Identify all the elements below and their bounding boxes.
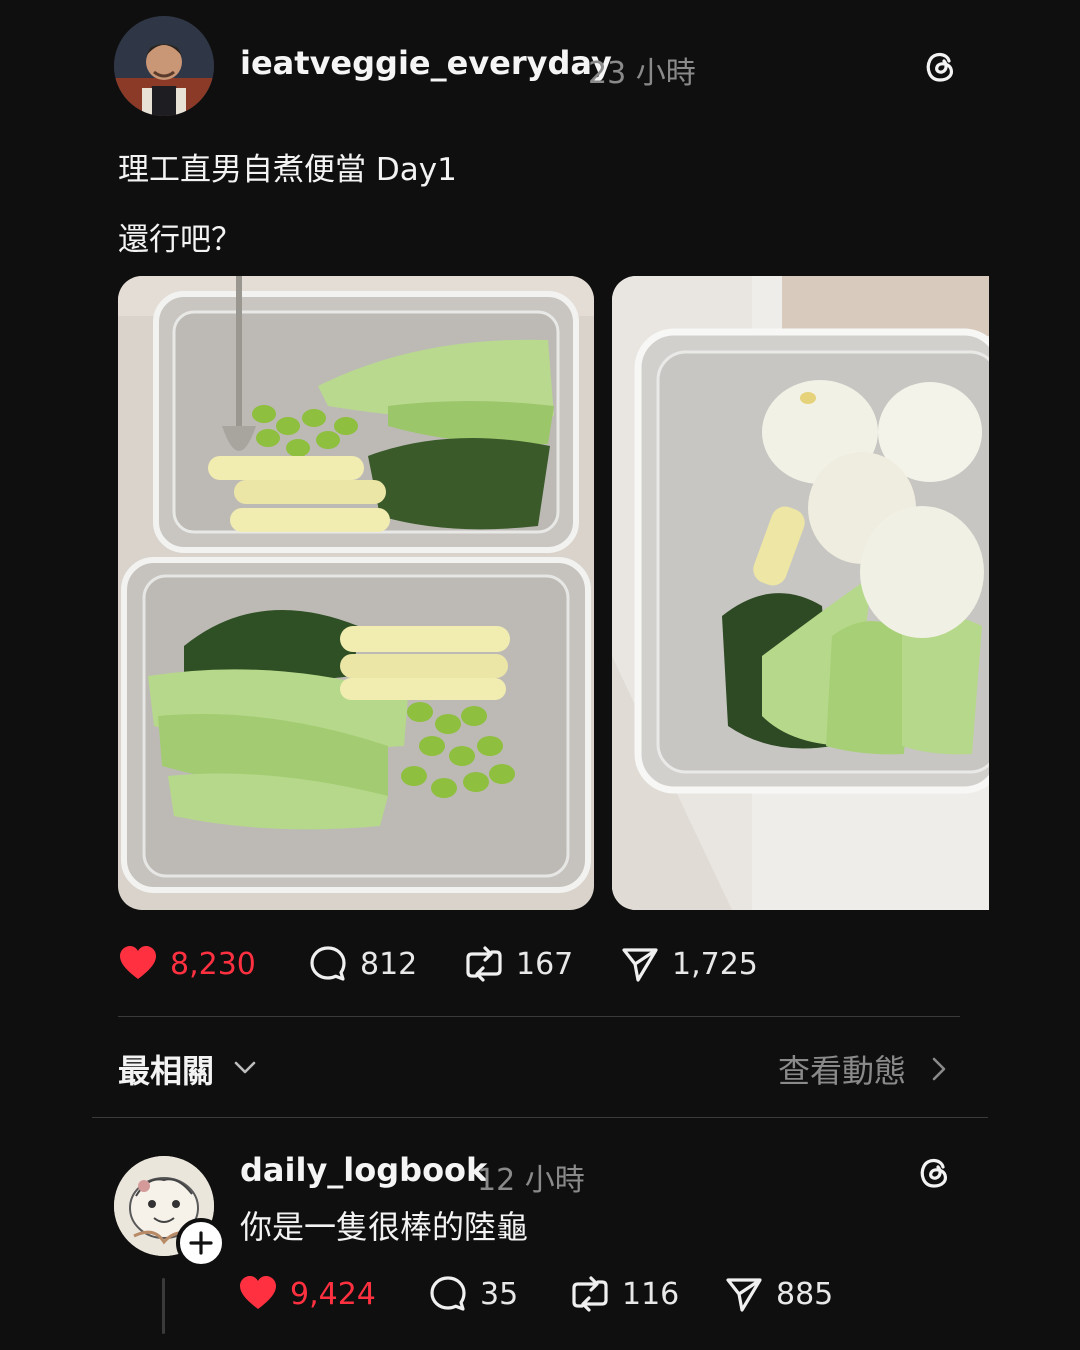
repost-icon: [572, 1276, 608, 1312]
post-repost-count: 167: [516, 946, 574, 982]
comment-share-button[interactable]: 885: [724, 1272, 833, 1316]
comment-like-count: 9,424: [290, 1276, 376, 1312]
post-repost-button[interactable]: 167: [464, 942, 573, 986]
comment-reply-button[interactable]: 35: [428, 1272, 518, 1316]
post-timestamp: 23 小時: [588, 56, 696, 91]
post-share-count: 1,725: [672, 946, 758, 982]
comment-share-count: 885: [776, 1276, 834, 1312]
comment-timestamp: 12 小時: [477, 1163, 585, 1198]
post-caption-line2: 還行吧？: [118, 222, 242, 258]
comment-repost-count: 116: [622, 1276, 680, 1312]
post-photo-1[interactable]: [118, 276, 594, 910]
repost-icon: [466, 946, 502, 982]
post-reply-button[interactable]: 812: [308, 942, 417, 986]
plus-icon: [189, 1231, 213, 1255]
post-share-button[interactable]: 1,725: [620, 942, 758, 986]
comment-bubble-icon: [310, 946, 346, 981]
send-icon: [726, 1278, 762, 1312]
heart-filled-icon: [240, 1276, 276, 1309]
sort-dropdown[interactable]: 最相關: [118, 1046, 214, 1092]
comment-text: 你是一隻很棒的陸龜: [240, 1208, 529, 1246]
view-activity-link[interactable]: 查看動態: [778, 1046, 906, 1092]
thread-connector-line: [162, 1278, 165, 1334]
comment-username[interactable]: daily_logbook: [240, 1151, 487, 1189]
send-icon: [622, 948, 658, 982]
post-author-avatar[interactable]: [114, 16, 214, 116]
threads-logo-icon[interactable]: [914, 1152, 954, 1192]
post-photo-2[interactable]: [612, 276, 989, 910]
threads-logo-icon[interactable]: [920, 46, 960, 86]
chevron-down-icon[interactable]: [232, 1054, 258, 1080]
comment-repost-button[interactable]: 116: [570, 1272, 679, 1316]
post-caption-line1: 理工直男自煮便當 Day1: [118, 152, 457, 188]
post-username[interactable]: ieatveggie_everyday: [240, 44, 612, 82]
chevron-right-icon[interactable]: [926, 1054, 952, 1084]
post-reply-count: 812: [360, 946, 418, 982]
divider: [118, 1016, 960, 1017]
post-like-button[interactable]: 8,230: [118, 942, 256, 986]
post-like-count: 8,230: [170, 946, 256, 982]
heart-filled-icon: [120, 946, 156, 979]
comment-bubble-icon: [430, 1276, 466, 1311]
comment-reply-count: 35: [480, 1276, 519, 1312]
comment-like-button[interactable]: 9,424: [238, 1272, 376, 1316]
divider: [92, 1117, 988, 1118]
follow-button[interactable]: [176, 1218, 226, 1268]
